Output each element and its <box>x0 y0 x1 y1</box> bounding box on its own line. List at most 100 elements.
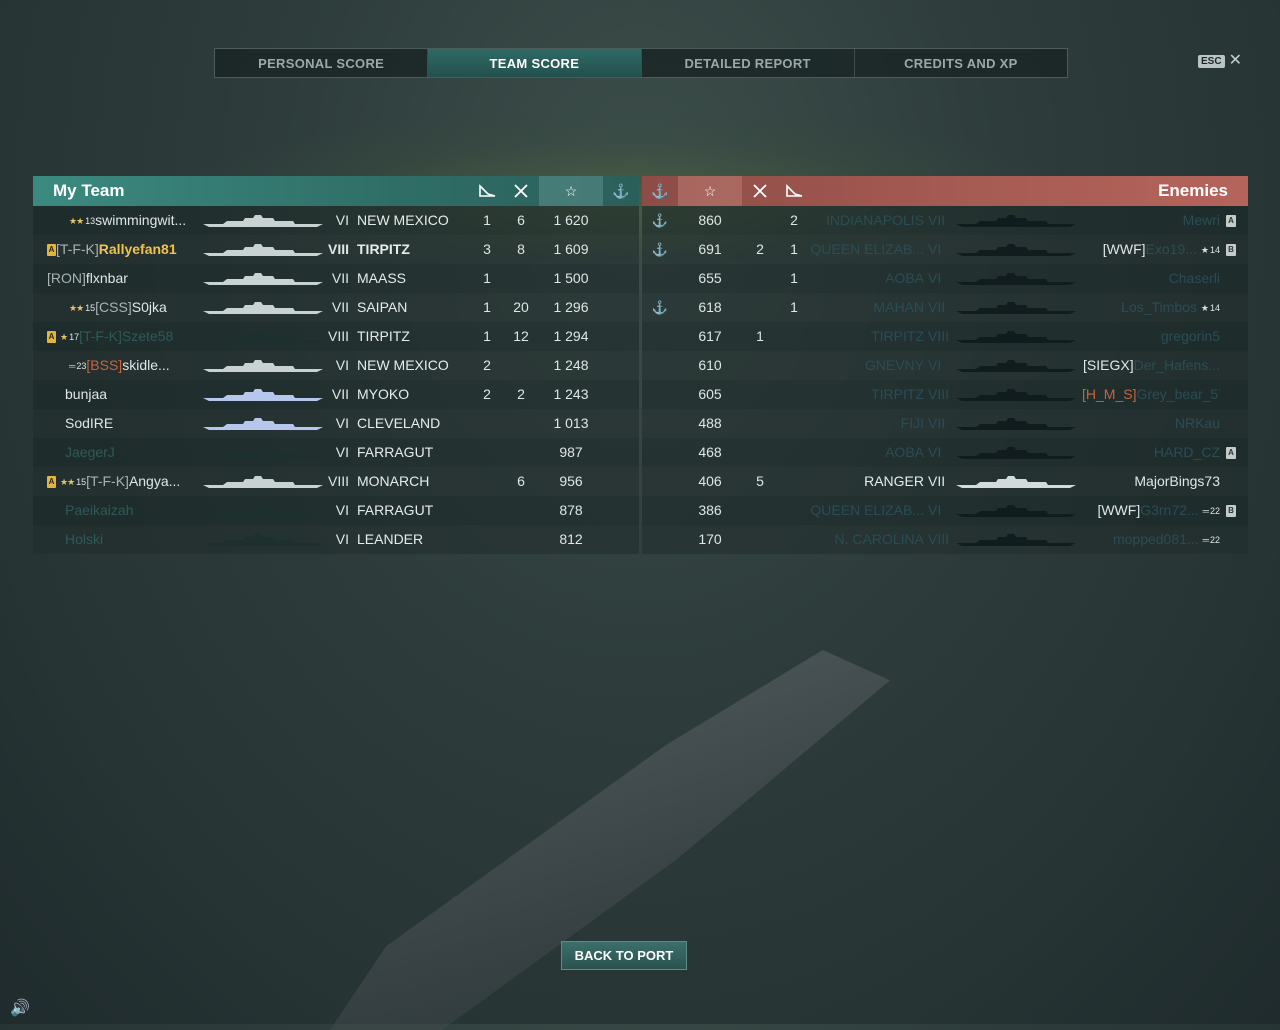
table-row[interactable]: 610 GNEVNY VI [SIEGX]Der_Hafens... <box>642 351 1248 380</box>
table-row[interactable]: A ★ 17[T-F-K]Szete58 VIII TIRPITZ 1 12 1 294 <box>33 322 639 351</box>
player-name: Chaserli <box>1168 270 1220 286</box>
rank-chevron-icon: ═ <box>69 360 75 371</box>
rank-number: 15 <box>76 476 87 487</box>
rank-chevron-icon: ═ <box>1202 505 1209 516</box>
capture-points <box>646 409 674 438</box>
player-name: Paeikaizah <box>65 502 134 518</box>
clan-tag: [BSS] <box>86 357 123 373</box>
ship-silhouette-icon <box>956 273 1076 285</box>
ship-silhouette-icon <box>203 273 323 285</box>
table-row[interactable]: 406 5 RANGER VII MajorBings73 <box>642 467 1248 496</box>
ship-silhouette-icon <box>956 215 1076 227</box>
ship-name: GNEVNY <box>864 357 924 373</box>
rank-chevron-icon: ★★ <box>69 302 84 313</box>
ship-name: NEW MEXICO <box>357 357 449 373</box>
ship-name: MAHAN <box>873 299 924 315</box>
ship-name: MYOKO <box>357 386 410 402</box>
player-cell: [RON]flxnbar <box>47 264 205 293</box>
table-row[interactable]: 386 QUEEN ELIZAB... VI [WWF]G3rn72... ═ 22 B <box>642 496 1248 525</box>
ships-destroyed <box>746 380 774 409</box>
capture-points <box>646 438 674 467</box>
division-badge: B <box>1226 244 1236 257</box>
planes-destroyed <box>473 438 501 467</box>
capture-points <box>646 264 674 293</box>
table-row[interactable]: ★★ 15[CSS]S0jka VII SAIPAN 1 20 1 296 <box>33 293 639 322</box>
base-xp: 386 <box>698 502 722 518</box>
ship-silhouette-icon <box>956 447 1076 459</box>
table-row[interactable]: Paeikaizah VI FARRAGUT 878 <box>33 496 639 525</box>
ship-silhouette-icon <box>956 360 1076 372</box>
ship-tier: VI <box>335 212 349 228</box>
tab-credits-and-xp[interactable]: CREDITS AND XP <box>855 49 1067 77</box>
ship-silhouette-icon <box>956 534 1076 546</box>
ship-tier: VI <box>335 531 349 547</box>
table-row[interactable]: 468 AOBA VI HARD_CZ A <box>642 438 1248 467</box>
table-row[interactable]: bunjaa VII MYOKO 2 2 1 243 <box>33 380 639 409</box>
capture-points: ⚓ <box>651 300 669 315</box>
table-row[interactable]: JaegerJ VI FARRAGUT 987 <box>33 438 639 467</box>
ship-silhouette-icon <box>203 302 323 314</box>
player-cell: ★★ 15[CSS]S0jka <box>65 293 223 322</box>
ship-silhouette-icon <box>956 331 1076 343</box>
ship-silhouette-icon <box>203 215 323 227</box>
table-row[interactable]: 488 FIJI VII NRKau <box>642 409 1248 438</box>
rank-chevron-icon: ★ <box>1200 244 1209 255</box>
table-row[interactable]: A ★★ 15[T-F-K]Angya... VIII MONARCH 6 956 <box>33 467 639 496</box>
back-to-port-button[interactable]: BACK TO PORT <box>561 941 687 970</box>
division-badge: A <box>1226 215 1236 228</box>
table-row[interactable]: ═ 23[BSS]skidle... VI NEW MEXICO 2 1 248 <box>33 351 639 380</box>
capture-points <box>607 496 635 525</box>
capture-points <box>607 322 635 351</box>
player-name: Holski <box>65 531 104 547</box>
ships-destroyed <box>746 206 774 235</box>
base-xp: 1 248 <box>553 357 589 373</box>
table-row[interactable]: SodIRE VI CLEVELAND 1 013 <box>33 409 639 438</box>
tab-team-score[interactable]: TEAM SCORE <box>428 49 642 77</box>
ship-name: MAASS <box>357 270 407 286</box>
speaker-icon[interactable]: 🔊 <box>10 998 30 1018</box>
table-row[interactable]: A [T-F-K]Rallyefan81 VIII TIRPITZ 3 8 1 609 <box>33 235 639 264</box>
division-badge-cell: B <box>1226 235 1240 264</box>
ship-silhouette-icon <box>956 389 1076 401</box>
tab-detailed-report[interactable]: DETAILED REPORT <box>642 49 855 77</box>
ship-tier: VII <box>331 386 349 402</box>
capture-points <box>607 235 635 264</box>
rank-number: 22 <box>1209 534 1220 545</box>
ship-name: TIRPITZ <box>871 328 924 344</box>
division-badge: A <box>47 476 56 489</box>
rank-number: 22 <box>1209 505 1220 516</box>
base-xp: 1 620 <box>553 212 589 228</box>
table-row[interactable]: 170 N. CAROLINA VIII mopped081... ═ 22 <box>642 525 1248 554</box>
ship-tier: VIII <box>327 473 349 489</box>
my-team-header: My Team ☆ ⚓ <box>33 176 639 206</box>
table-row[interactable]: 617 1 TIRPITZ VIII gregorin5 <box>642 322 1248 351</box>
ships-destroyed <box>507 525 535 554</box>
table-row[interactable]: ⚓ 691 2 1 QUEEN ELIZAB... VI [WWF]Exo19... ★ 14 B <box>642 235 1248 264</box>
table-row[interactable]: 655 1 AOBA VI Chaserli <box>642 264 1248 293</box>
table-row[interactable]: ★★ 13swimmingwit... VI NEW MEXICO 1 6 1 620 <box>33 206 639 235</box>
table-row[interactable]: 605 TIRPITZ VIII [H_M_S]Grey_bear_57 <box>642 380 1248 409</box>
close-button[interactable]: ESC ✕ <box>1198 52 1242 69</box>
ship-tier: VI <box>335 415 349 431</box>
base-xp: 812 <box>559 531 583 547</box>
plane-icon <box>473 176 501 206</box>
ships-destroyed <box>507 351 535 380</box>
base-xp: 406 <box>698 473 722 489</box>
ships-destroyed: 12 <box>513 328 529 344</box>
player-cell: [H_M_S]Grey_bear_57 <box>1082 380 1220 409</box>
close-icon: ✕ <box>1228 52 1242 69</box>
table-row[interactable]: ⚓ 618 1 MAHAN VII Los_Timbos ★ 14 <box>642 293 1248 322</box>
my-team-panel: My Team ☆ ⚓ ★★ 13swimmingwit... VI NEW MEXI… <box>33 176 639 554</box>
table-row[interactable]: Holski VI LEANDER 812 <box>33 525 639 554</box>
ship-tier: VII <box>331 270 349 286</box>
player-name: flxnbar <box>85 270 128 286</box>
player-cell: [WWF]Exo19... ★ 14 <box>1082 235 1220 264</box>
tab-personal-score[interactable]: PERSONAL SCORE <box>215 49 429 77</box>
planes-destroyed: 1 <box>483 328 491 344</box>
ship-name: AOBA <box>885 270 924 286</box>
player-cell: mopped081... ═ 22 <box>1082 525 1220 554</box>
table-row[interactable]: [RON]flxnbar VII MAASS 1 1 500 <box>33 264 639 293</box>
planes-destroyed: 3 <box>483 241 491 257</box>
table-row[interactable]: ⚓ 860 2 INDIANAPOLIS VII Mewri A <box>642 206 1248 235</box>
base-xp: 1 294 <box>553 328 589 344</box>
